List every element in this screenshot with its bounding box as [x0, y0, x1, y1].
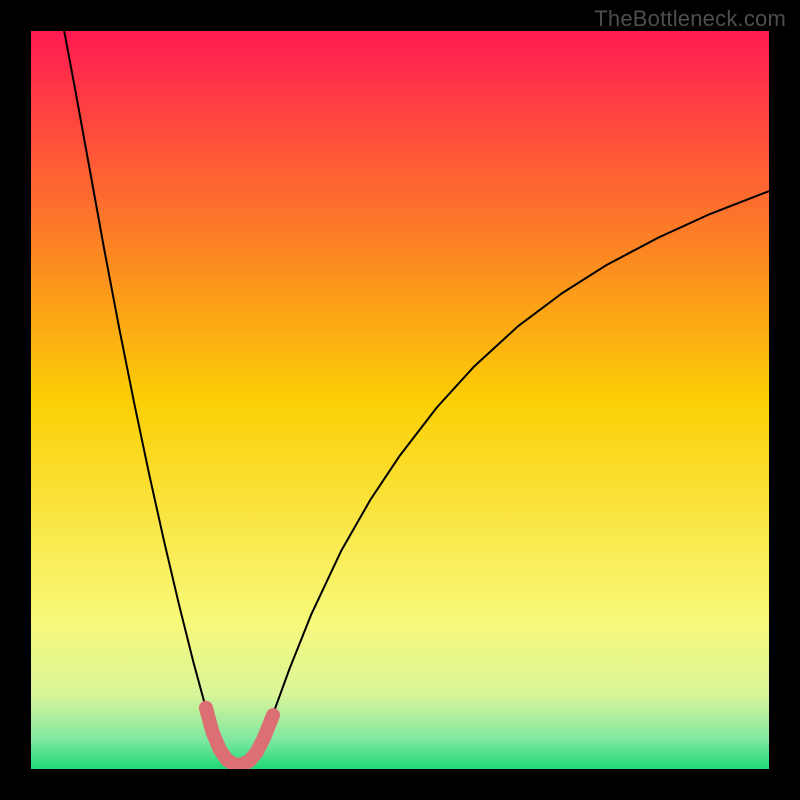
chart-svg — [31, 31, 769, 769]
gradient-background — [31, 31, 769, 769]
plot-area — [31, 31, 769, 769]
outer-frame: TheBottleneck.com — [0, 0, 800, 800]
watermark-text: TheBottleneck.com — [594, 6, 786, 32]
